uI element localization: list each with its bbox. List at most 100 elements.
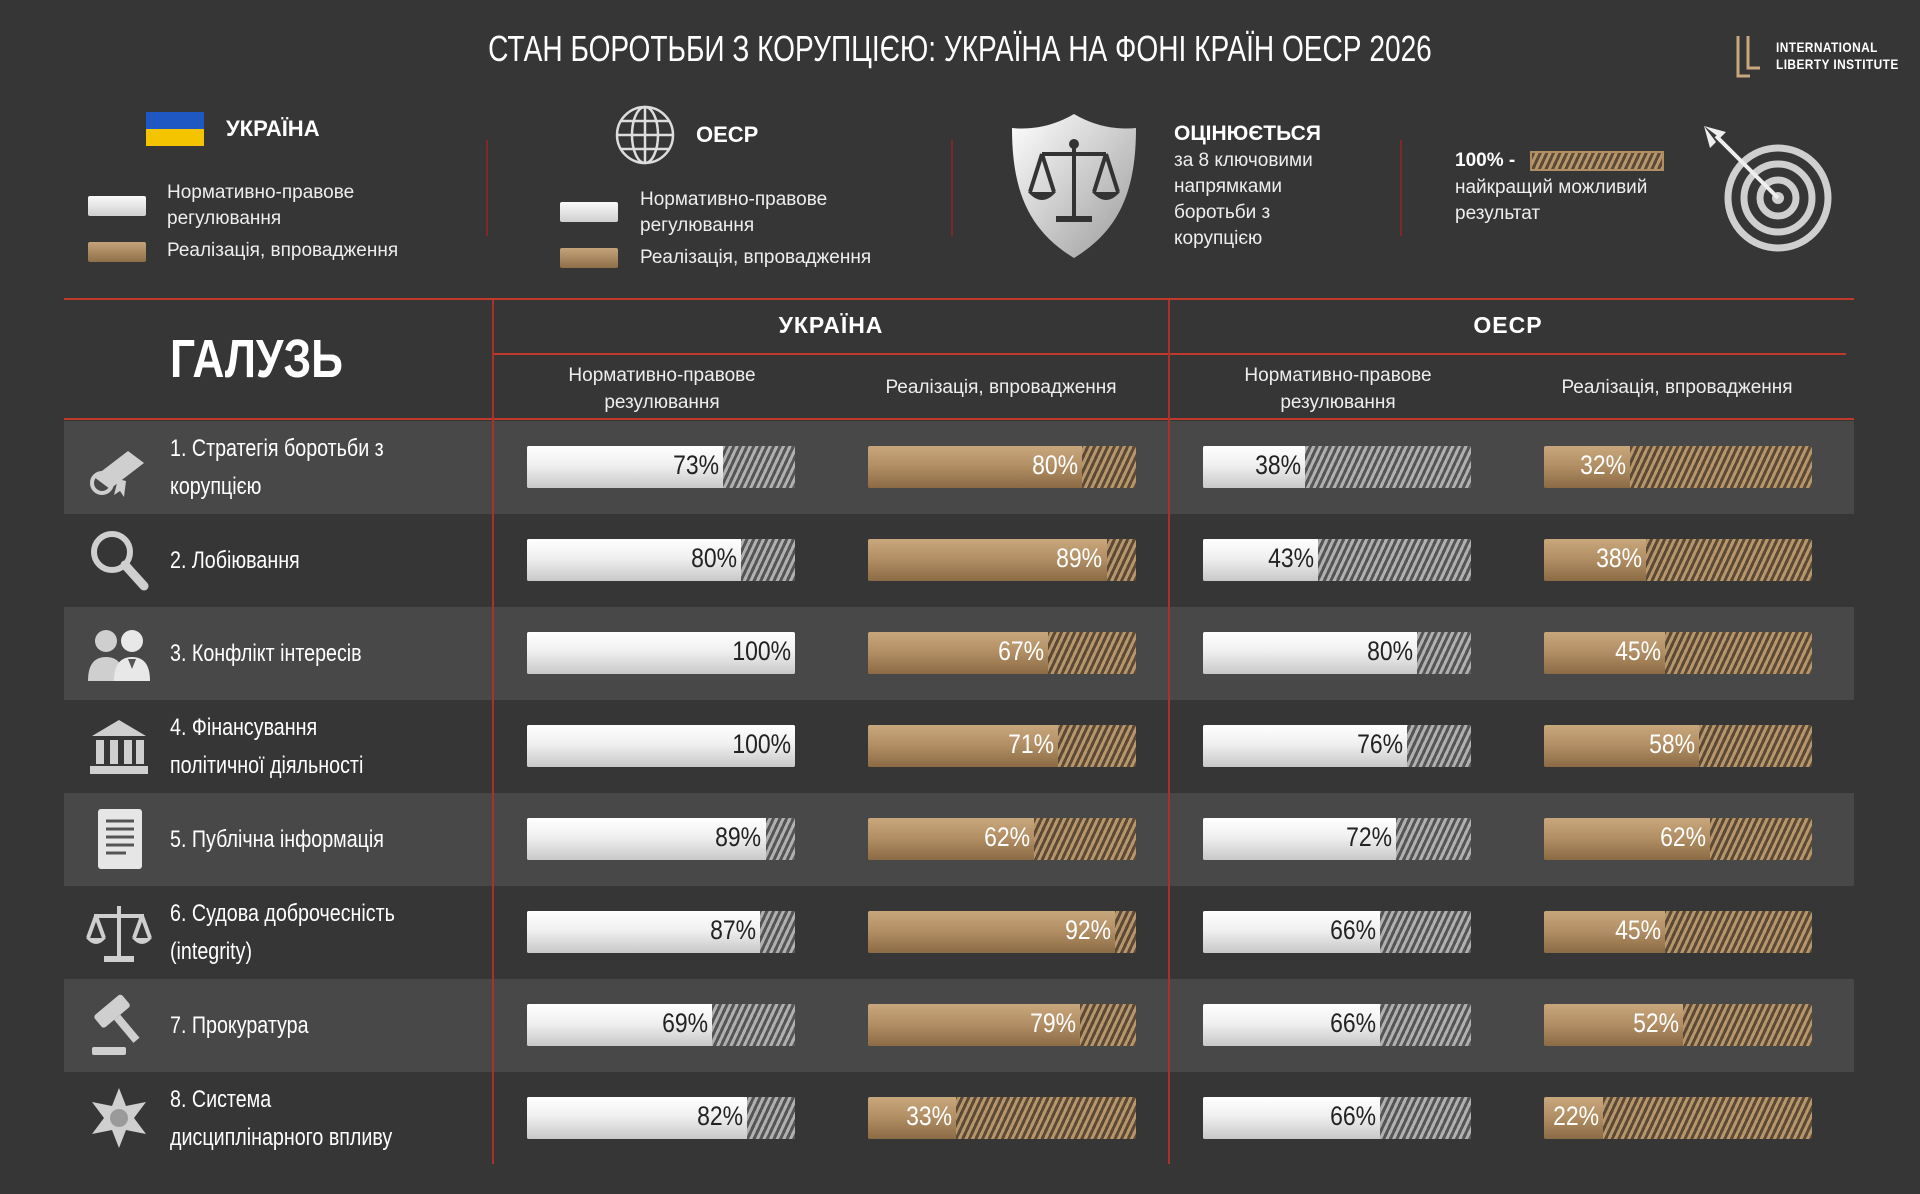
bar-oecd-regulation: 66% xyxy=(1203,1004,1471,1046)
ukraine-group-header: УКРАЇНА xyxy=(778,312,884,338)
legend-ukraine-regulation: Нормативно-правове регулювання xyxy=(167,182,355,229)
bar-oecd-regulation: 66% xyxy=(1203,1097,1471,1139)
bar-value-label: 80% xyxy=(691,543,738,573)
target-icon xyxy=(1704,126,1832,252)
bar-value-label: 100% xyxy=(732,729,791,759)
bar-oecd-regulation: 76% xyxy=(1203,725,1471,767)
scales-icon xyxy=(86,906,152,962)
row-category-label: 5. Публічна інформація xyxy=(170,825,384,853)
logo-line-1: INTERNATIONAL xyxy=(1776,39,1878,55)
people-icon xyxy=(88,630,150,681)
bar-oecd-regulation: 80% xyxy=(1203,632,1471,674)
bar-oecd-implementation: 45% xyxy=(1544,632,1812,674)
group-header-underline-oecd xyxy=(1170,353,1846,355)
legend-ukraine-title: УКРАЇНА xyxy=(226,116,320,141)
col-header-ukraine-implementation: Реалізація, впровадження xyxy=(885,377,1117,398)
legend-separator xyxy=(486,140,488,236)
col-header-oecd-regulation: Нормативно-правове резулювання xyxy=(1244,365,1432,413)
bar-oecd-implementation: 38% xyxy=(1544,539,1812,581)
row-category-label: 6. Судова доброчесність (integrity) xyxy=(170,899,395,965)
bar-oecd-implementation: 62% xyxy=(1544,818,1812,860)
gavel-icon xyxy=(92,994,140,1055)
bar-oecd-implementation: 32% xyxy=(1544,446,1812,488)
legend-best-label: 100% - xyxy=(1455,150,1516,171)
bar-value-label: 82% xyxy=(696,1101,743,1131)
legend-assessed-text: за 8 ключовими напрямками боротьби з кор… xyxy=(1174,150,1313,249)
bar-value-label: 100% xyxy=(732,636,791,666)
shield-scales-icon xyxy=(1012,114,1136,258)
bar-value-label: 92% xyxy=(1064,915,1111,945)
legend-ukraine-implementation: Реалізація, впровадження xyxy=(167,240,399,261)
legend-best-text: найкращий можливий результат xyxy=(1455,177,1648,224)
bar-oecd-regulation: 66% xyxy=(1203,911,1471,953)
row-category-label: 3. Конфлікт інтересів xyxy=(170,639,362,667)
legend-regulation-swatch xyxy=(560,202,618,222)
bar-oecd-implementation: 52% xyxy=(1544,1004,1812,1046)
diploma-icon xyxy=(90,451,144,497)
group-header-underline-ukraine xyxy=(494,353,1168,355)
bar-oecd-implementation: 58% xyxy=(1544,725,1812,767)
bar-oecd-implementation: 22% xyxy=(1544,1097,1812,1139)
document-icon xyxy=(98,809,142,869)
bar-value-label: 52% xyxy=(1633,1008,1680,1038)
bar-value-label: 87% xyxy=(710,915,757,945)
bar-ukraine-implementation: 71% xyxy=(868,725,1136,767)
bar-ukraine-regulation: 100% xyxy=(527,725,795,767)
bar-ukraine-regulation: 89% xyxy=(527,818,795,860)
bar-ukraine-implementation: 79% xyxy=(868,1004,1136,1046)
bar-value-label: 66% xyxy=(1329,1101,1376,1131)
bar-ukraine-implementation: 92% xyxy=(868,911,1136,953)
legend-regulation-swatch xyxy=(88,196,146,216)
row-category-label: 1. Стратегія боротьби з корупцією xyxy=(170,434,384,500)
bar-value-label: 72% xyxy=(1346,822,1392,852)
bar-ukraine-regulation: 69% xyxy=(527,1004,795,1046)
bar-value-label: 80% xyxy=(1032,450,1079,480)
legend-best-swatch xyxy=(1530,151,1664,171)
area-header: ГАЛУЗЬ xyxy=(170,329,344,389)
bar-ukraine-implementation: 33% xyxy=(868,1097,1136,1139)
magnifier-icon xyxy=(91,531,149,591)
legend-separator xyxy=(951,140,953,236)
legend-separator xyxy=(1400,140,1402,236)
column-divider-middle xyxy=(1168,300,1170,1164)
column-divider-left xyxy=(492,300,494,1164)
row-category-label: 4. Фінансування політичної діяльності xyxy=(170,713,364,779)
bar-value-label: 76% xyxy=(1356,729,1403,759)
bar-ukraine-implementation: 89% xyxy=(868,539,1136,581)
bar-value-label: 80% xyxy=(1367,636,1414,666)
bar-value-label: 32% xyxy=(1579,450,1626,480)
table-top-border xyxy=(64,298,1854,300)
bar-ukraine-regulation: 100% xyxy=(527,632,795,674)
bar-ukraine-regulation: 87% xyxy=(527,911,795,953)
bar-ukraine-implementation: 80% xyxy=(868,446,1136,488)
bar-value-label: 58% xyxy=(1649,729,1696,759)
legend-oecd-implementation: Реалізація, впровадження xyxy=(640,247,872,268)
bar-oecd-regulation: 72% xyxy=(1203,818,1471,860)
bar-value-label: 66% xyxy=(1329,915,1376,945)
row-category-label: 8. Система дисциплінарного впливу xyxy=(170,1085,393,1151)
bar-value-label: 38% xyxy=(1595,543,1642,573)
bar-oecd-regulation: 38% xyxy=(1203,446,1471,488)
bar-ukraine-regulation: 82% xyxy=(527,1097,795,1139)
col-header-ukraine-regulation: Нормативно-правове резулювання xyxy=(568,365,756,413)
legend-oecd-regulation: Нормативно-правове регулювання xyxy=(640,189,828,236)
bar-value-label: 22% xyxy=(1553,1101,1599,1131)
table-header-bottom-border xyxy=(64,418,1854,420)
bar-value-label: 43% xyxy=(1268,543,1315,573)
bar-value-label: 73% xyxy=(672,450,719,480)
bar-value-label: 69% xyxy=(661,1008,708,1038)
building-icon xyxy=(90,720,148,774)
col-header-oecd-implementation: Реалізація, впровадження xyxy=(1561,377,1793,398)
bar-value-label: 62% xyxy=(1660,822,1707,852)
star-badge-icon xyxy=(92,1088,146,1148)
legend-oecd-title: ОЕСР xyxy=(696,122,759,147)
oecd-group-header: ОЕСР xyxy=(1473,312,1543,338)
bar-oecd-regulation: 43% xyxy=(1203,539,1471,581)
bar-value-label: 38% xyxy=(1254,450,1301,480)
page-title: СТАН БОРОТЬБИ З КОРУПЦІЄЮ: УКРАЇНА НА ФО… xyxy=(488,28,1432,69)
bar-ukraine-regulation: 73% xyxy=(527,446,795,488)
bar-value-label: 79% xyxy=(1029,1008,1076,1038)
bar-value-label: 45% xyxy=(1614,636,1661,666)
bar-value-label: 71% xyxy=(1008,729,1055,759)
ukraine-flag-icon xyxy=(146,112,204,146)
